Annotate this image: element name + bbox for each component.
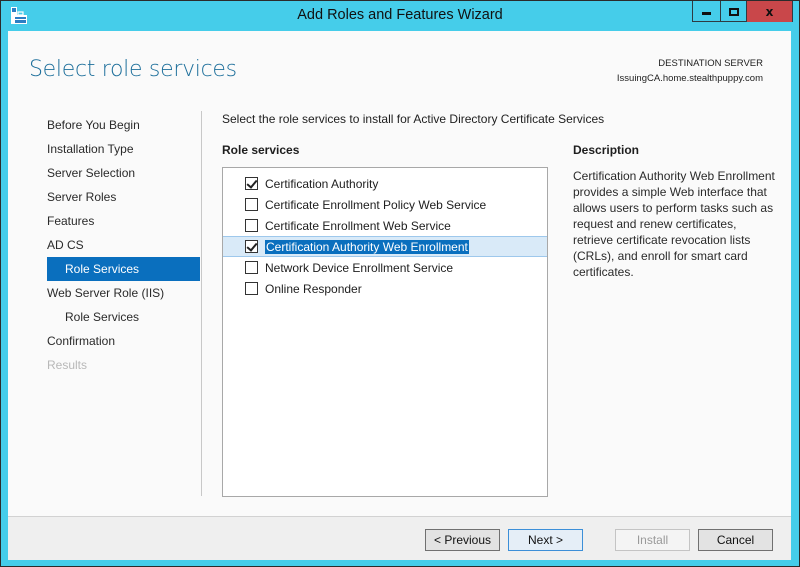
wizard-content: Select role services DESTINATION SERVER …	[8, 31, 791, 516]
nav-step-server-roles[interactable]: Server Roles	[47, 185, 200, 209]
checkbox-unchecked[interactable]	[245, 198, 258, 211]
wizard-steps-nav: Before You Begin Installation Type Server …	[47, 113, 200, 377]
description-heading: Description	[573, 143, 640, 157]
nav-step-server-selection[interactable]: Server Selection	[47, 161, 200, 185]
cancel-button[interactable]: Cancel	[698, 529, 773, 551]
destination-server-label: DESTINATION SERVER	[658, 58, 763, 69]
nav-step-role-services[interactable]: Role Services	[47, 257, 200, 281]
nav-step-results: Results	[47, 358, 88, 372]
close-icon: x	[765, 4, 774, 19]
checkbox-unchecked[interactable]	[245, 282, 258, 295]
role-service-label: Online Responder	[265, 281, 362, 296]
destination-server-name: IssuingCA.home.stealthpuppy.com	[616, 73, 763, 84]
role-service-label: Network Device Enrollment Service	[265, 260, 454, 275]
close-button[interactable]: x	[747, 1, 792, 22]
checkbox-unchecked[interactable]	[245, 219, 258, 232]
window-controls: x	[692, 1, 793, 22]
destination-server-info: DESTINATION SERVER IssuingCA.home.stealt…	[617, 56, 763, 86]
next-button[interactable]: Next >	[508, 529, 583, 551]
role-service-label: Certification Authority	[265, 176, 379, 191]
nav-step-installation-type[interactable]: Installation Type	[47, 137, 200, 161]
title-bar[interactable]: Add Roles and Features Wizard x	[1, 1, 799, 31]
nav-step-ad-cs[interactable]: AD CS	[47, 233, 200, 257]
nav-step-confirmation[interactable]: Confirmation	[47, 329, 200, 353]
role-services-list[interactable]: Certification Authority Certificate Enrol…	[222, 167, 548, 497]
role-service-label: Certificate Enrollment Web Service	[265, 218, 451, 233]
instruction-text: Select the role services to install for …	[222, 112, 605, 126]
role-service-item[interactable]: Network Device Enrollment Service	[223, 257, 547, 278]
checkbox-checked[interactable]	[245, 240, 258, 253]
role-services-heading: Role services	[222, 143, 300, 157]
nav-step-web-server-role-iis[interactable]: Web Server Role (IIS)	[47, 281, 200, 305]
role-service-item[interactable]: Certification Authority Web Enrollment	[223, 236, 547, 257]
nav-divider	[201, 111, 202, 496]
checkbox-checked[interactable]	[245, 177, 258, 190]
role-service-label: Certification Authority Web Enrollment	[265, 239, 469, 254]
install-button: Install	[615, 529, 690, 551]
minimize-button[interactable]	[693, 1, 721, 22]
wizard-window: Add Roles and Features Wizard x Select r…	[0, 0, 800, 567]
role-service-item[interactable]: Certificate Enrollment Web Service	[223, 215, 547, 236]
nav-step-features[interactable]: Features	[47, 209, 200, 233]
role-service-item[interactable]: Certificate Enrollment Policy Web Servic…	[223, 194, 547, 215]
previous-button[interactable]: < Previous	[425, 529, 500, 551]
minimize-icon	[702, 12, 711, 15]
nav-step-role-services[interactable]: Role Services	[47, 305, 200, 329]
page-title: Select role services	[29, 57, 237, 82]
role-service-item[interactable]: Online Responder	[223, 278, 547, 299]
maximize-icon	[728, 7, 739, 16]
window-title: Add Roles and Features Wizard	[297, 7, 503, 23]
nav-step-before-you-begin[interactable]: Before You Begin	[47, 113, 200, 137]
description-text: Certification Authority Web Enrollment p…	[573, 169, 775, 279]
role-service-label: Certificate Enrollment Policy Web Servic…	[265, 197, 487, 212]
role-service-item[interactable]: Certification Authority	[223, 173, 547, 194]
checkbox-unchecked[interactable]	[245, 261, 258, 274]
wizard-footer: < Previous Next > Install Cancel	[8, 516, 791, 560]
maximize-button[interactable]	[721, 1, 747, 22]
